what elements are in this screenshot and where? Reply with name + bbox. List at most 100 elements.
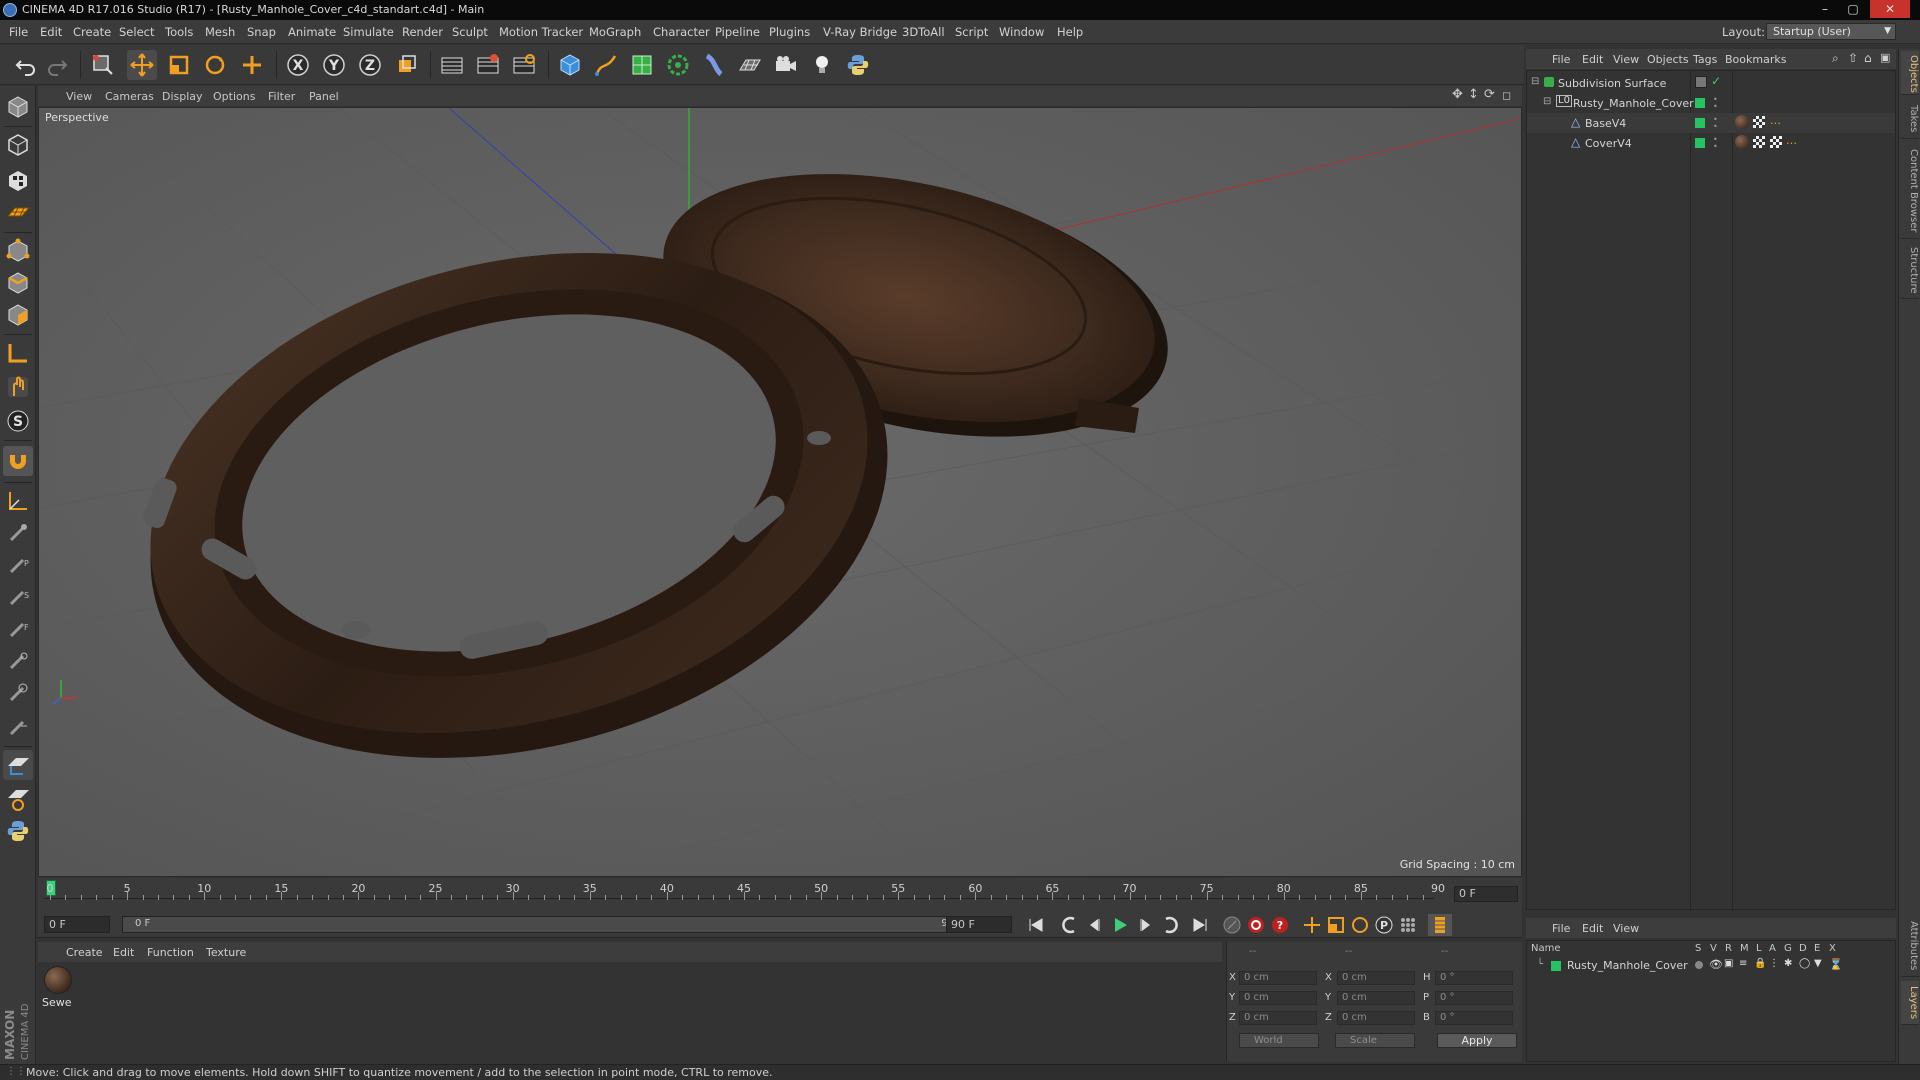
object-row-coverv4[interactable]: △ CoverV4 • • … [1527, 133, 1895, 153]
position-x-field[interactable]: 0 cm [1239, 971, 1317, 985]
deformers-toggle-icon[interactable]: ◯ [1799, 958, 1810, 969]
next-frame-icon[interactable] [1134, 914, 1158, 936]
add-icon[interactable] [237, 50, 267, 80]
subdivision-icon[interactable] [627, 50, 657, 80]
python-icon[interactable] [843, 50, 873, 80]
view-toggle-icon[interactable]: 👁 [1709, 958, 1723, 971]
tab-takes[interactable]: Takes [1901, 99, 1919, 139]
viewport-menu-cameras[interactable]: Cameras [105, 90, 154, 103]
collapse-toggle-icon[interactable]: ⊟ [1543, 96, 1551, 107]
menu-pipeline[interactable]: Pipeline [715, 25, 760, 39]
go-to-start-icon[interactable] [1024, 914, 1048, 936]
array-icon[interactable] [663, 50, 693, 80]
z-axis-icon[interactable]: Z [355, 50, 385, 80]
size-y-field[interactable]: 0 cm [1337, 991, 1415, 1005]
current-frame-field[interactable]: 0 F [1454, 886, 1518, 902]
keyframe-selection-icon[interactable]: ? [1268, 914, 1292, 936]
key-position-icon[interactable] [1300, 914, 1324, 936]
key-pla-icon[interactable] [1396, 914, 1420, 936]
phong-tag-icon[interactable]: … [1770, 114, 1781, 127]
scale-icon[interactable] [164, 50, 194, 80]
layers-menu-edit[interactable]: Edit [1582, 922, 1603, 935]
render-picture-viewer-icon[interactable] [473, 50, 503, 80]
menu-script[interactable]: Script [955, 25, 988, 39]
generators-toggle-icon[interactable]: ✱ [1784, 958, 1792, 969]
layer-column-g[interactable]: G [1784, 943, 1792, 954]
material-menu-texture[interactable]: Texture [206, 946, 246, 959]
preview-range-slider[interactable]: 0 F 90 F [122, 916, 978, 933]
menu-help[interactable]: Help [1057, 25, 1083, 39]
move-icon[interactable] [127, 50, 157, 80]
layer-column-m[interactable]: M [1740, 943, 1749, 954]
menu-animate[interactable]: Animate [288, 25, 336, 39]
coordinate-mode-dropdown[interactable]: World [1239, 1033, 1319, 1048]
material-menu-create[interactable]: Create [66, 946, 103, 959]
material-menu-edit[interactable]: Edit [113, 946, 134, 959]
rotation-p-field[interactable]: 0 ° [1435, 991, 1513, 1005]
edit-render-settings-icon[interactable] [509, 50, 539, 80]
menu-mograph[interactable]: MoGraph [589, 25, 641, 39]
start-frame-field[interactable]: 0 F [44, 916, 110, 933]
go-to-end-icon[interactable] [1188, 914, 1212, 936]
menu-character[interactable]: Character [653, 25, 710, 39]
axis-mode-icon[interactable] [3, 338, 33, 368]
objects-menu-bookmarks[interactable]: Bookmarks [1725, 53, 1786, 66]
texture-tag-icon[interactable] [1770, 136, 1782, 148]
layers-menu-file[interactable]: File [1552, 922, 1570, 935]
texture-tag-icon[interactable] [1753, 136, 1765, 148]
search-icon[interactable]: ⌕ [1832, 51, 1839, 66]
material-thumbnail[interactable] [44, 966, 72, 994]
texture-rotate-icon[interactable] [3, 784, 33, 814]
menu-motion-tracker[interactable]: Motion Tracker [499, 25, 583, 39]
material-tag-icon[interactable] [1735, 115, 1749, 129]
camera-icon[interactable] [771, 50, 801, 80]
material-tag-icon[interactable] [1735, 135, 1749, 149]
collapse-toggle-icon[interactable]: ⊟ [1531, 76, 1539, 87]
viewport-move-icon[interactable]: ✥ [1452, 87, 1463, 102]
object-name[interactable]: Rusty_Manhole_Cover [1573, 97, 1694, 110]
object-name[interactable]: BaseV4 [1585, 117, 1626, 130]
menu-vray-bridge[interactable]: V-Ray Bridge [823, 25, 897, 39]
solo-toggle-icon[interactable] [1695, 961, 1703, 969]
size-z-field[interactable]: 0 cm [1337, 1011, 1415, 1025]
layer-color-icon[interactable] [1695, 118, 1705, 128]
polygons-mode-icon[interactable] [3, 300, 33, 330]
rotate-icon[interactable] [200, 50, 230, 80]
rotation-b-field[interactable]: 0 ° [1435, 1011, 1513, 1025]
previous-frame-icon[interactable] [1082, 914, 1106, 936]
timeline-ruler[interactable]: 0 5 10 15 20 25 30 35 40 45 50 55 60 65 70 75 80 85 90 0 F [38, 878, 1522, 914]
layer-column-d[interactable]: D [1799, 943, 1807, 954]
expressions-toggle-icon[interactable]: ▼ [1814, 958, 1822, 969]
key-rotation-icon[interactable] [1348, 914, 1372, 936]
play-icon[interactable] [1108, 914, 1132, 936]
sculpt-relax-icon[interactable] [3, 712, 33, 742]
sculpt-smooth-icon[interactable]: S [3, 582, 33, 612]
layer-color-swatch[interactable] [1551, 961, 1561, 971]
viewport-rotate-icon[interactable]: ⟳ [1484, 87, 1495, 102]
viewport-zoom-icon[interactable]: ↕ [1468, 87, 1479, 102]
tab-structure[interactable]: Structure [1901, 243, 1919, 299]
menu-simulate[interactable]: Simulate [343, 25, 394, 39]
transform-mode-dropdown[interactable]: Scale [1335, 1033, 1415, 1048]
sculpt-inflate-icon[interactable] [3, 646, 33, 676]
layer-row[interactable]: └ Rusty_Manhole_Cover 👁 ▣ ≡ 🔒 ⋮ ✱ ◯ ▼ ⌛ [1527, 957, 1895, 975]
live-selection-icon[interactable] [88, 50, 118, 80]
viewport-menu-view[interactable]: View [66, 90, 92, 103]
layer-column-a[interactable]: A [1769, 943, 1776, 954]
layers-menu-view[interactable]: View [1613, 922, 1639, 935]
menu-plugins[interactable]: Plugins [769, 25, 810, 39]
objects-menu-file[interactable]: File [1552, 53, 1570, 66]
sculpt-flatten-icon[interactable]: F [3, 614, 33, 644]
minimize-button[interactable]: – [1812, 0, 1838, 18]
layer-column-s[interactable]: S [1695, 943, 1701, 954]
end-frame-field[interactable]: 90 F [946, 916, 1012, 933]
layer-color-icon[interactable] [1695, 138, 1705, 148]
edges-mode-icon[interactable] [3, 268, 33, 298]
menu-render[interactable]: Render [402, 25, 443, 39]
pen-icon[interactable] [591, 50, 621, 80]
make-editable-icon[interactable] [3, 92, 33, 122]
record-active-objects-icon[interactable] [1220, 914, 1244, 936]
layer-column-x[interactable]: X [1829, 943, 1836, 954]
deformer-icon[interactable] [699, 50, 729, 80]
coordinate-system-icon[interactable] [392, 50, 422, 80]
